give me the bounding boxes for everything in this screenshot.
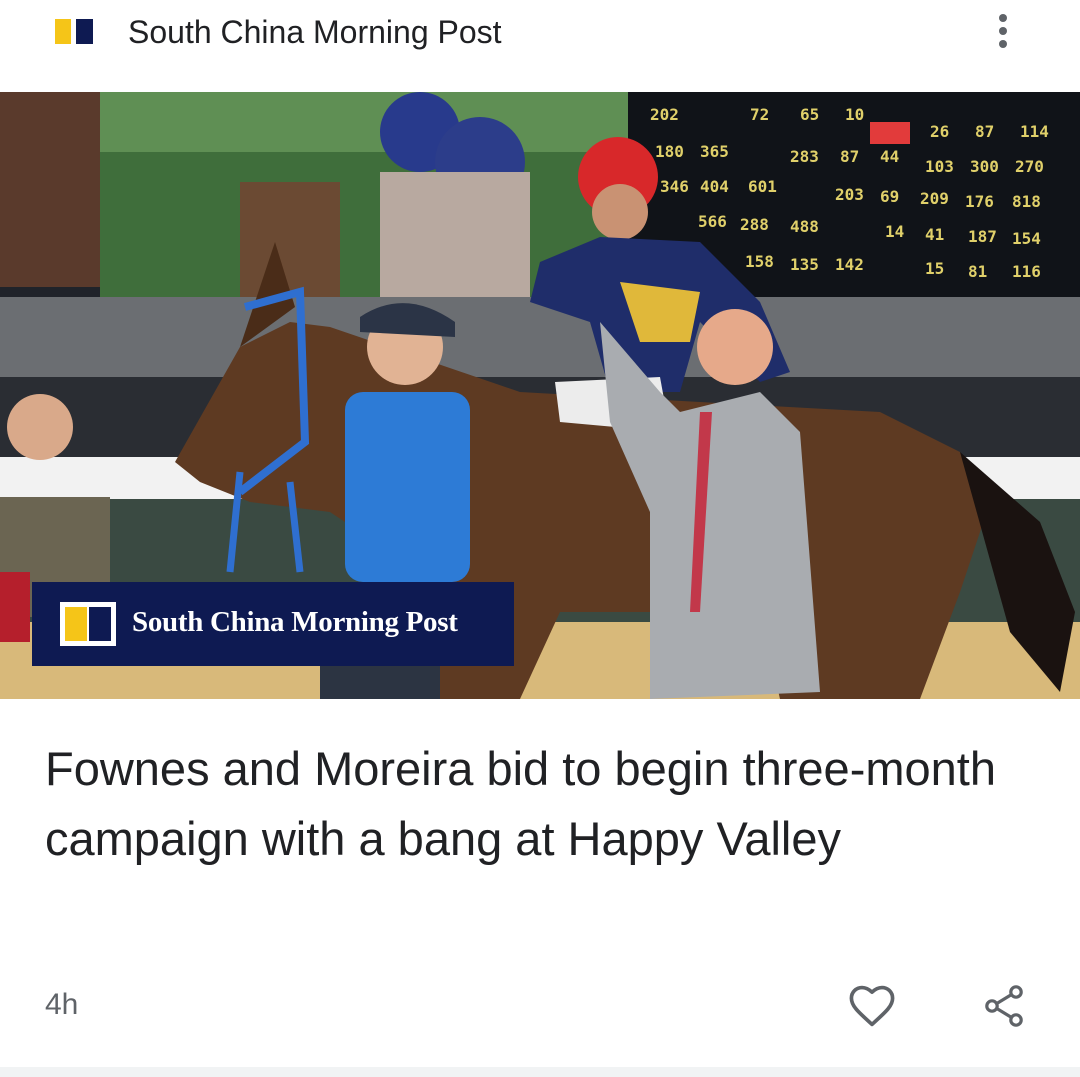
svg-text:103: 103 — [925, 157, 954, 176]
svg-text:488: 488 — [790, 217, 819, 236]
watermark-text: South China Morning Post — [132, 606, 458, 638]
publisher-header: South China Morning Post — [0, 0, 1080, 92]
svg-text:288: 288 — [740, 215, 769, 234]
svg-text:44: 44 — [880, 147, 899, 166]
svg-text:180: 180 — [655, 142, 684, 161]
svg-text:81: 81 — [968, 262, 987, 281]
svg-text:202: 202 — [650, 105, 679, 124]
article-headline[interactable]: Fownes and Moreira bid to begin three-mo… — [45, 734, 1045, 874]
svg-text:14: 14 — [885, 222, 904, 241]
svg-text:135: 135 — [790, 255, 819, 274]
svg-text:87: 87 — [840, 147, 859, 166]
publisher-name[interactable]: South China Morning Post — [128, 12, 502, 52]
svg-text:116: 116 — [1012, 262, 1041, 281]
svg-text:142: 142 — [835, 255, 864, 274]
svg-text:203: 203 — [835, 185, 864, 204]
svg-text:346: 346 — [660, 177, 689, 196]
svg-text:818: 818 — [1012, 192, 1041, 211]
share-icon[interactable] — [980, 980, 1028, 1032]
svg-text:601: 601 — [748, 177, 777, 196]
more-vert-icon[interactable] — [988, 12, 1018, 52]
svg-text:87: 87 — [975, 122, 994, 141]
svg-text:300: 300 — [970, 157, 999, 176]
svg-text:10: 10 — [845, 105, 864, 124]
svg-text:69: 69 — [880, 187, 899, 206]
svg-text:65: 65 — [800, 105, 819, 124]
heart-outline-icon[interactable] — [846, 980, 898, 1032]
svg-text:365: 365 — [700, 142, 729, 161]
svg-text:404: 404 — [700, 177, 729, 196]
svg-text:209: 209 — [920, 189, 949, 208]
svg-text:41: 41 — [925, 225, 944, 244]
svg-text:72: 72 — [750, 105, 769, 124]
svg-text:154: 154 — [1012, 229, 1041, 248]
svg-text:176: 176 — [965, 192, 994, 211]
svg-text:15: 15 — [925, 259, 944, 278]
scmp-logo-icon — [60, 602, 116, 646]
card-divider — [0, 1067, 1080, 1077]
svg-text:187: 187 — [968, 227, 997, 246]
scmp-watermark: South China Morning Post — [32, 582, 514, 666]
svg-text:158: 158 — [745, 252, 774, 271]
publisher-logo-icon — [55, 19, 93, 44]
svg-text:566: 566 — [698, 212, 727, 231]
svg-text:270: 270 — [1015, 157, 1044, 176]
article-age: 4h — [45, 988, 79, 1021]
svg-text:114: 114 — [1020, 122, 1049, 141]
svg-text:26: 26 — [930, 122, 949, 141]
article-image[interactable]: 202 72 65 10 26 87 114 180 365 283 87 44 103 300 270 … — [0, 92, 1080, 699]
svg-text:283: 283 — [790, 147, 819, 166]
